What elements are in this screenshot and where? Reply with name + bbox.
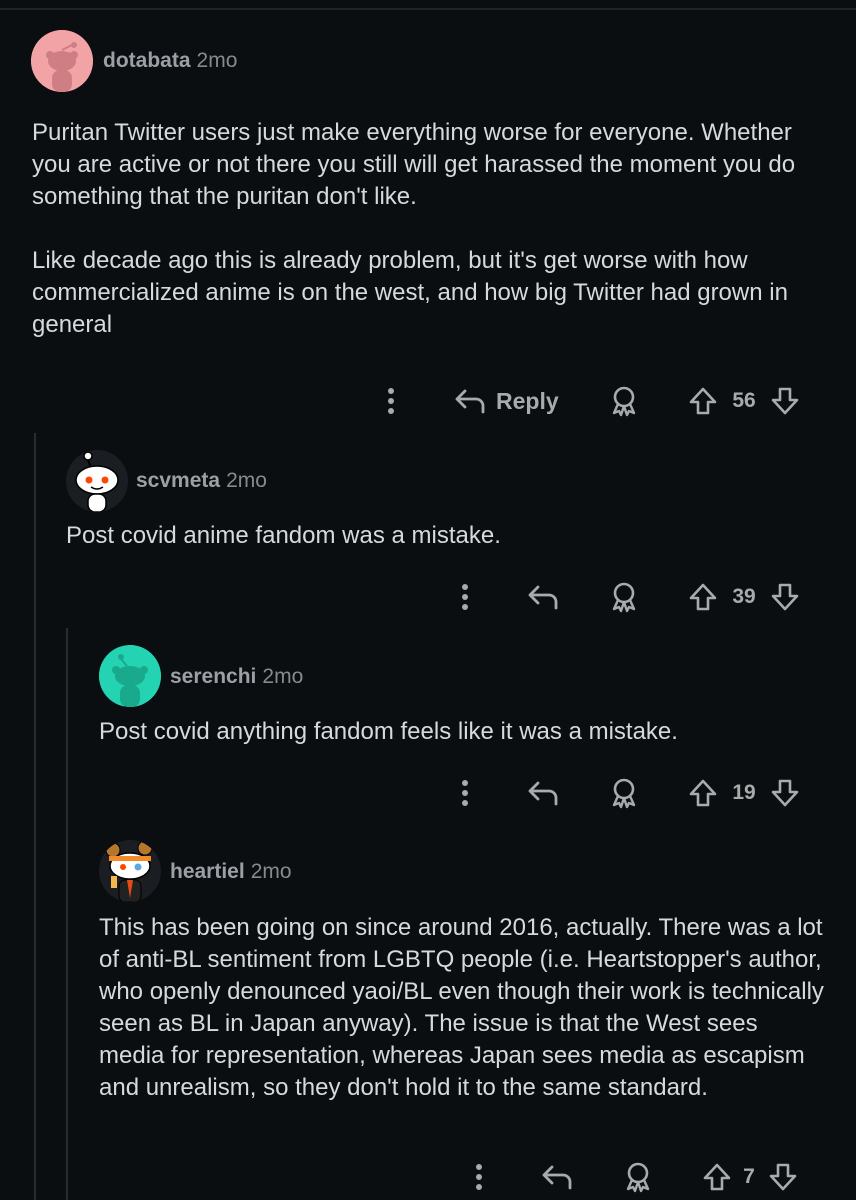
upvote-icon [703, 1163, 731, 1191]
username[interactable]: serenchi [170, 665, 256, 688]
more-options-button[interactable] [464, 1160, 494, 1194]
upvote-button[interactable] [688, 384, 718, 418]
comment-paragraph: Like decade ago this is already problem,… [32, 247, 788, 338]
reply-button[interactable] [527, 580, 559, 614]
upvote-icon [689, 583, 717, 611]
comment-age: 2mo [250, 860, 292, 883]
snoo-avatar-icon [99, 645, 161, 707]
more-options-button[interactable] [450, 776, 480, 810]
comment-meta: scvmeta 2mo [136, 469, 267, 493]
username[interactable]: heartiel [170, 860, 245, 883]
comment-body: Post covid anime fandom was a mistake. [66, 520, 826, 552]
downvote-button[interactable] [768, 1160, 798, 1194]
reply-button[interactable] [527, 776, 559, 810]
award-icon [626, 1162, 650, 1193]
reply-arrow-icon [542, 1165, 572, 1190]
reply-label: Reply [496, 387, 559, 414]
more-options-icon [388, 388, 394, 414]
reply-button[interactable]: Reply [454, 384, 559, 418]
comment-paragraph: This has been going on since around 2016… [99, 914, 824, 1101]
upvote-icon [689, 387, 717, 415]
vote-score: 56 [732, 389, 756, 412]
more-options-button[interactable] [376, 384, 406, 418]
downvote-button[interactable] [770, 776, 800, 810]
comment-meta: dotabata 2mo [103, 49, 237, 73]
avatar[interactable] [99, 840, 161, 902]
thread-line-2[interactable] [66, 628, 68, 1200]
vote-score: 19 [732, 781, 756, 804]
upvote-icon [689, 779, 717, 807]
comment-meta: heartiel 2mo [170, 860, 292, 884]
vote-score: 7 [743, 1165, 755, 1188]
comment-age: 2mo [226, 469, 267, 492]
more-options-button[interactable] [450, 580, 480, 614]
award-button[interactable] [608, 580, 640, 614]
avatar[interactable] [31, 30, 93, 92]
reply-arrow-icon [528, 585, 558, 610]
downvote-icon [771, 387, 799, 415]
comment-body: This has been going on since around 2016… [99, 912, 829, 1104]
award-icon [612, 386, 636, 417]
top-divider [0, 8, 856, 10]
thread-line-1[interactable] [34, 433, 36, 1200]
username[interactable]: scvmeta [136, 469, 220, 492]
avatar[interactable] [66, 450, 128, 512]
award-icon [612, 778, 636, 809]
reply-arrow-icon [528, 781, 558, 806]
vote-score: 39 [732, 585, 756, 608]
award-button[interactable] [608, 384, 640, 418]
reply-button[interactable] [541, 1160, 573, 1194]
more-options-icon [476, 1164, 482, 1190]
comment-body: Post covid anything fandom feels like it… [99, 716, 829, 748]
snoo-avatar-icon [66, 450, 128, 512]
comment-paragraph: Puritan Twitter users just make everythi… [32, 119, 796, 210]
downvote-icon [771, 583, 799, 611]
avatar[interactable] [99, 645, 161, 707]
downvote-icon [771, 779, 799, 807]
downvote-button[interactable] [770, 580, 800, 614]
reply-arrow-icon [455, 389, 485, 414]
upvote-button[interactable] [688, 776, 718, 810]
downvote-button[interactable] [770, 384, 800, 418]
upvote-button[interactable] [688, 580, 718, 614]
comment-meta: serenchi 2mo [170, 665, 303, 689]
award-button[interactable] [608, 776, 640, 810]
downvote-icon [769, 1163, 797, 1191]
upvote-button[interactable] [702, 1160, 732, 1194]
award-button[interactable] [622, 1160, 654, 1194]
comment-body: Puritan Twitter users just make everythi… [32, 117, 832, 341]
snoo-avatar-icon [99, 840, 161, 902]
more-options-icon [462, 584, 468, 610]
comment-paragraph: Post covid anime fandom was a mistake. [66, 522, 501, 549]
award-icon [612, 582, 636, 613]
more-options-icon [462, 780, 468, 806]
username[interactable]: dotabata [103, 49, 191, 72]
comment-paragraph: Post covid anything fandom feels like it… [99, 718, 678, 745]
comment-age: 2mo [196, 49, 238, 72]
snoo-avatar-icon [31, 30, 93, 92]
comment-age: 2mo [262, 665, 304, 688]
